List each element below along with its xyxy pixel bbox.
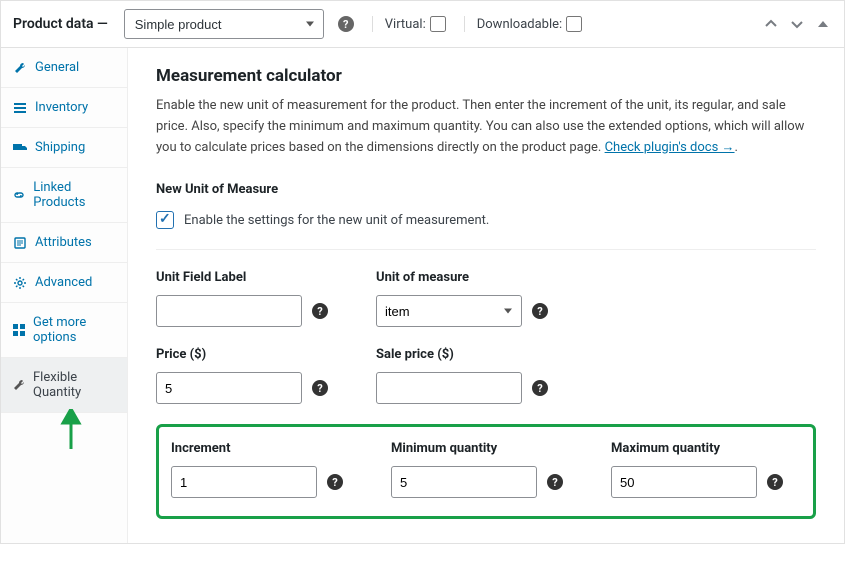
- downloadable-checkbox-label: Downloadable:: [464, 16, 582, 32]
- grid-icon: [13, 323, 25, 337]
- product-type-select[interactable]: Simple product: [124, 9, 324, 39]
- truck-icon: [13, 141, 27, 155]
- sidebar-item-label: Flexible Quantity: [33, 370, 115, 400]
- product-type-select-wrap: Simple product: [116, 9, 324, 39]
- field-minimum-quantity: Minimum quantity ?: [391, 441, 611, 498]
- sidebar-item-label: Advanced: [35, 275, 92, 290]
- help-icon[interactable]: ?: [767, 474, 783, 490]
- annotation-arrow: [1, 413, 127, 453]
- chevron-up-icon[interactable]: [762, 15, 780, 33]
- maximum-quantity-input[interactable]: [611, 466, 757, 498]
- sidebar-item-advanced[interactable]: Advanced: [1, 263, 127, 303]
- panel-header: Product data — Simple product ? Virtual:…: [1, 1, 844, 48]
- highlight-box: Increment ? Minimum quantity ?: [156, 424, 816, 519]
- wrench-icon: [13, 378, 25, 392]
- help-icon[interactable]: ?: [547, 474, 563, 490]
- field-sale-price: Sale price ($) ?: [376, 347, 596, 404]
- panel-body: General Inventory Shipping Linked Produc…: [1, 48, 844, 543]
- help-icon[interactable]: ?: [532, 303, 548, 319]
- wrench-icon: [13, 61, 27, 75]
- help-icon[interactable]: ?: [327, 474, 343, 490]
- price-input[interactable]: [156, 372, 302, 404]
- sidebar-item-linked-products[interactable]: Linked Products: [1, 168, 127, 223]
- field-increment: Increment ?: [171, 441, 391, 498]
- sale-price-input[interactable]: [376, 372, 522, 404]
- panel-nav: [762, 15, 832, 33]
- list-icon: [13, 101, 27, 115]
- collapse-icon[interactable]: [814, 15, 832, 33]
- section-label: New Unit of Measure: [156, 182, 816, 197]
- product-data-panel: Product data — Simple product ? Virtual:…: [0, 0, 845, 544]
- sidebar-item-label: Inventory: [35, 100, 88, 115]
- sidebar-item-label: Linked Products: [33, 180, 115, 210]
- unit-field-label-input[interactable]: [156, 295, 302, 327]
- sidebar-item-shipping[interactable]: Shipping: [1, 128, 127, 168]
- increment-input[interactable]: [171, 466, 317, 498]
- field-label: Unit Field Label: [156, 270, 376, 285]
- help-icon[interactable]: ?: [338, 16, 354, 32]
- field-label: Increment: [171, 441, 391, 456]
- field-label: Maximum quantity: [611, 441, 801, 456]
- unit-of-measure-select[interactable]: item: [376, 295, 522, 327]
- field-maximum-quantity: Maximum quantity ?: [611, 441, 801, 498]
- enable-row: Enable the settings for the new unit of …: [156, 211, 816, 250]
- sidebar: General Inventory Shipping Linked Produc…: [1, 48, 128, 543]
- help-icon[interactable]: ?: [532, 380, 548, 396]
- sidebar-item-label: Get more options: [33, 315, 115, 345]
- sidebar-item-label: Attributes: [35, 235, 92, 250]
- fields-grid: Unit Field Label ? Unit of measure item: [156, 270, 816, 404]
- sidebar-item-attributes[interactable]: Attributes: [1, 223, 127, 263]
- sidebar-item-flexible-quantity[interactable]: Flexible Quantity: [1, 358, 127, 413]
- sidebar-item-label: General: [35, 60, 79, 75]
- sidebar-item-inventory[interactable]: Inventory: [1, 88, 127, 128]
- sidebar-item-get-more-options[interactable]: Get more options: [1, 303, 127, 358]
- main-description: Enable the new unit of measurement for t…: [156, 96, 816, 158]
- help-icon[interactable]: ?: [312, 303, 328, 319]
- panel-title: Product data —: [13, 16, 108, 32]
- downloadable-checkbox[interactable]: [566, 16, 582, 32]
- field-label: Sale price ($): [376, 347, 596, 362]
- help-icon[interactable]: ?: [312, 380, 328, 396]
- note-icon: [13, 236, 27, 250]
- field-label: Unit of measure: [376, 270, 596, 285]
- link-icon: [13, 188, 25, 202]
- virtual-checkbox-label: Virtual:: [372, 16, 446, 32]
- sidebar-item-label: Shipping: [35, 140, 85, 155]
- field-price: Price ($) ?: [156, 347, 376, 404]
- header-checkboxes: Virtual: Downloadable:: [372, 16, 582, 32]
- minimum-quantity-input[interactable]: [391, 466, 537, 498]
- field-label: Minimum quantity: [391, 441, 611, 456]
- gear-icon: [13, 276, 27, 290]
- sidebar-item-general[interactable]: General: [1, 48, 127, 88]
- enable-label: Enable the settings for the new unit of …: [184, 213, 489, 228]
- main-content: Measurement calculator Enable the new un…: [128, 48, 844, 543]
- chevron-down-icon[interactable]: [788, 15, 806, 33]
- docs-link[interactable]: Check plugin's docs →: [605, 140, 735, 155]
- enable-checkbox[interactable]: [156, 211, 174, 229]
- virtual-checkbox[interactable]: [430, 16, 446, 32]
- main-heading: Measurement calculator: [156, 66, 816, 86]
- field-unit-field-label: Unit Field Label ?: [156, 270, 376, 327]
- field-unit-of-measure: Unit of measure item ?: [376, 270, 596, 327]
- field-label: Price ($): [156, 347, 376, 362]
